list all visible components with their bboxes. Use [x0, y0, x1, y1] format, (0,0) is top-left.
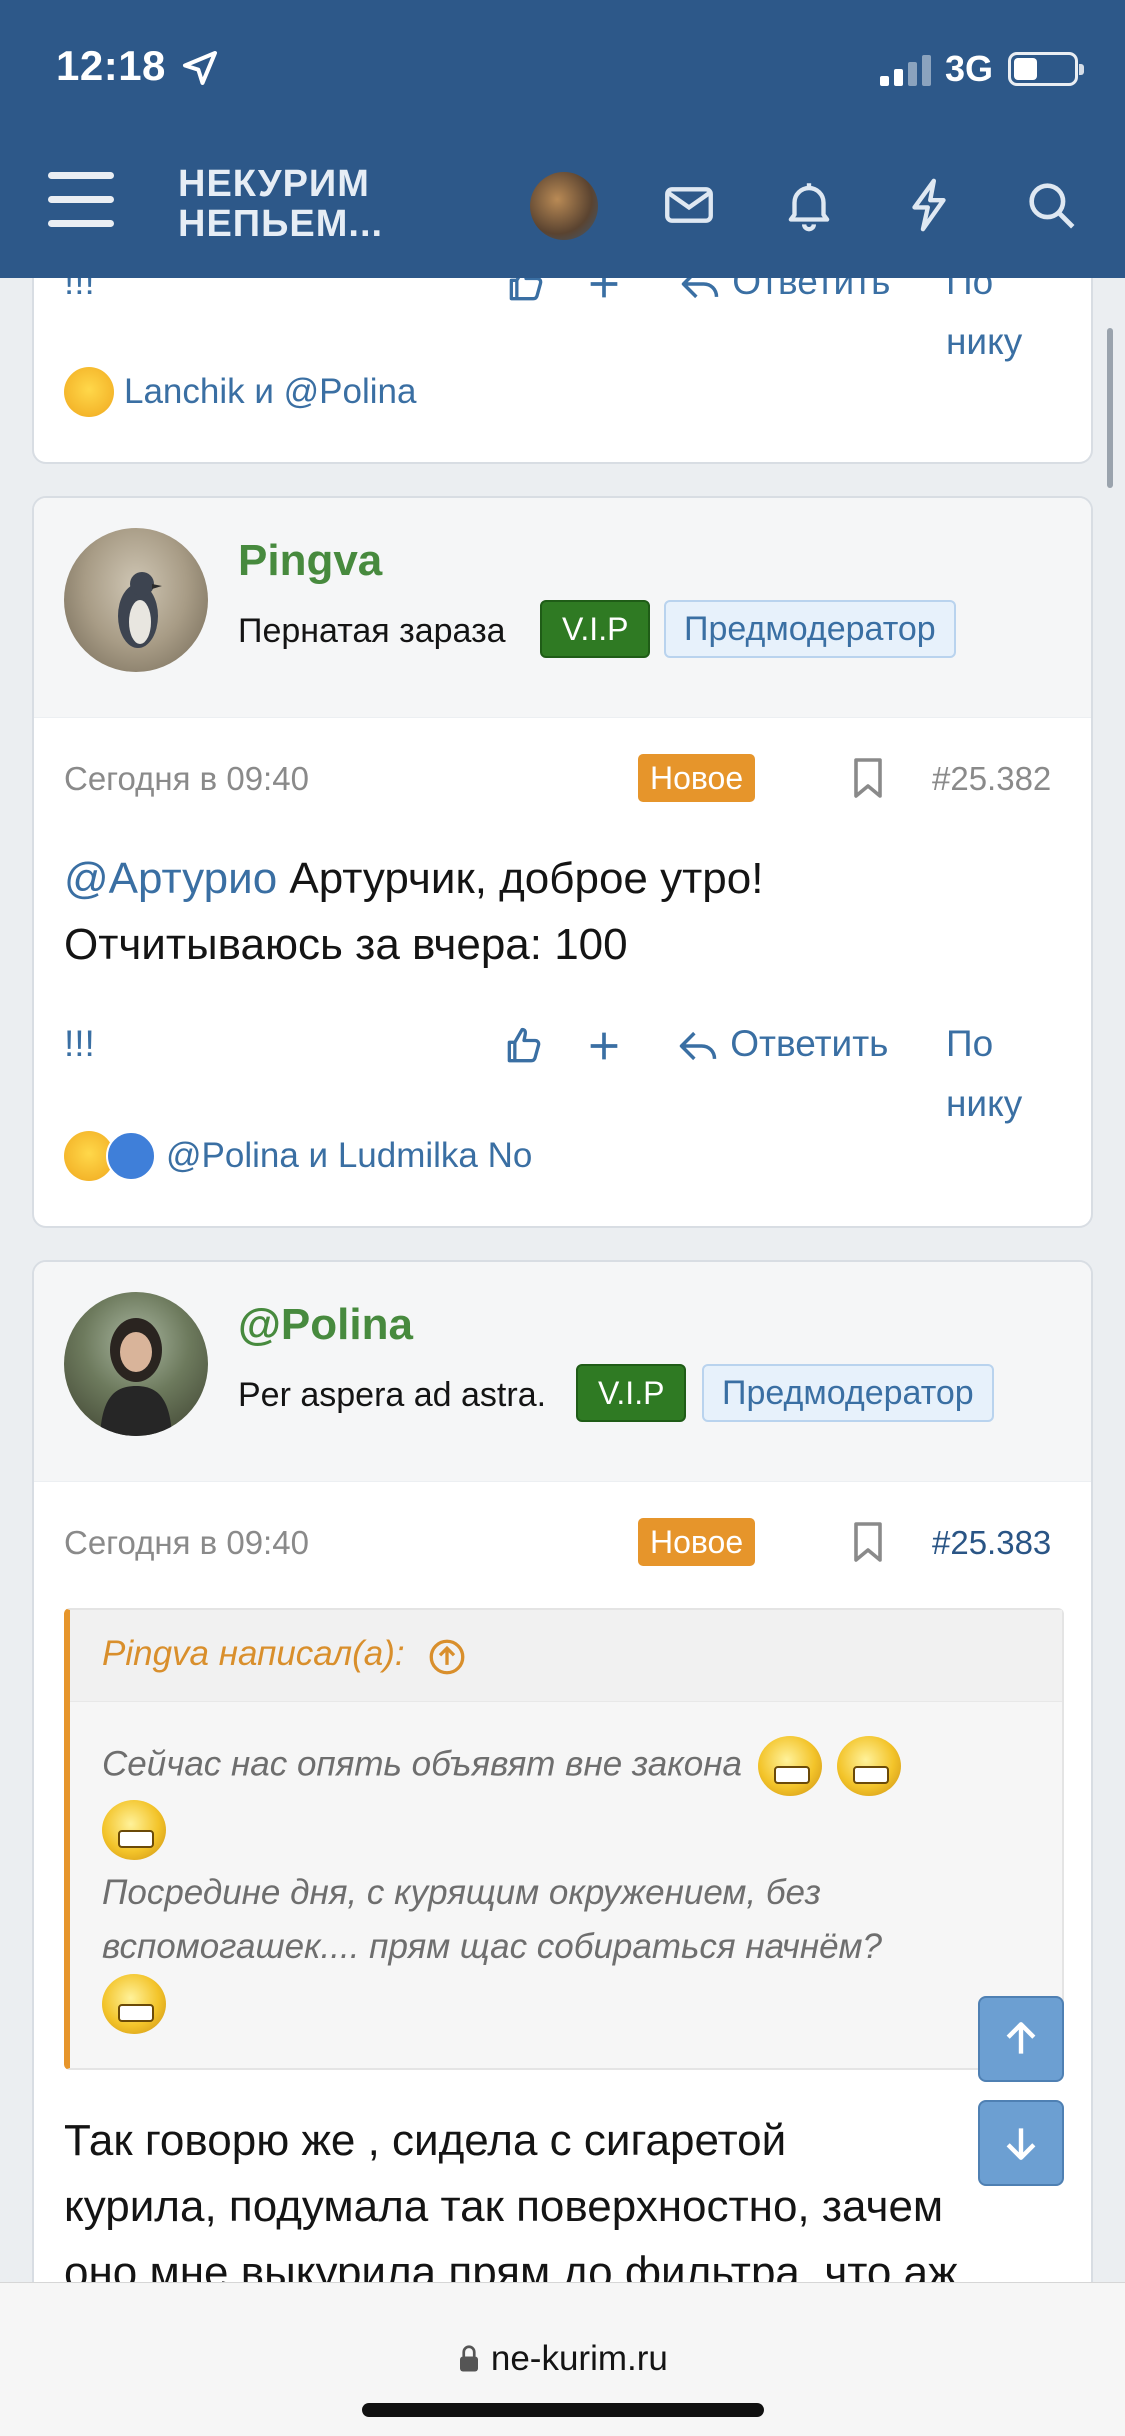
post-text-2: Отчитываюсь за вчера: 100	[64, 920, 628, 969]
mention-link[interactable]: @Артурио	[64, 854, 277, 903]
post-card: Pingva Пернатая зараза V.I.P Предмодерат…	[32, 496, 1093, 1228]
battery-icon	[1008, 52, 1084, 86]
heart-eyes-emoji-icon	[64, 367, 114, 417]
site-logo[interactable]: НЕКУРИМ НЕПЬЕМ...	[178, 164, 383, 244]
user-title: Per aspera ad astra.	[238, 1376, 547, 1414]
location-arrow-icon	[183, 51, 217, 85]
top-bar: 12:18 3G НЕКУРИМ НЕПЬЕМ...	[0, 0, 1125, 278]
user-title: Пернатая зараза	[238, 612, 506, 650]
post-time[interactable]: Сегодня в 09:40	[64, 1524, 309, 1562]
post-number[interactable]: #25.382	[932, 760, 1051, 798]
post-line-1: @Артурио Артурчик, доброе утро!	[64, 846, 763, 912]
quote-text-1: Сейчас нас опять объявят вне закона	[102, 1744, 742, 1784]
laughing-smiley-icon	[837, 1736, 902, 1796]
laughing-smiley-icon	[102, 1800, 166, 1860]
lightning-icon[interactable]	[900, 176, 958, 234]
reactions-bar[interactable]: @Polina и Ludmilka No	[64, 1126, 532, 1186]
lock-icon	[460, 2345, 479, 2372]
page-scrollbar[interactable]	[1107, 328, 1113, 488]
author-avatar[interactable]	[64, 528, 208, 672]
plus-icon	[590, 1032, 618, 1060]
like-emoji-icon	[106, 1131, 156, 1181]
person-photo-icon	[100, 1318, 172, 1436]
post-author-header: Pingva Пернатая зараза V.I.P Предмодерат…	[34, 498, 1091, 718]
vip-badge: V.I.P	[576, 1364, 687, 1422]
signal-strength-icon	[880, 52, 931, 86]
post-time[interactable]: Сегодня в 09:40	[64, 760, 309, 798]
post-text-1: Так говорю же , сидела с сигаретой	[64, 2116, 787, 2165]
bookmark-icon[interactable]	[852, 758, 884, 798]
thumbs-up-icon	[507, 1028, 541, 1063]
post-text-1: Артурчик, доброе утро!	[277, 854, 764, 903]
user-avatar[interactable]	[530, 172, 598, 240]
thinking-smiley-icon	[102, 1974, 166, 2034]
new-badge: Новое	[638, 754, 756, 802]
role-badge: Предмодератор	[702, 1364, 994, 1422]
add-reaction-button[interactable]	[584, 1014, 624, 1074]
quote-block: Pingva написал(а): Сейчас нас опять объя…	[64, 1608, 1064, 2070]
home-indicator[interactable]	[362, 2403, 764, 2417]
network-type: 3G	[945, 48, 994, 89]
quote-line-1: Сейчас нас опять объявят вне закона	[102, 1736, 1030, 1796]
author-name[interactable]: Pingva	[238, 536, 382, 586]
penguin-icon	[118, 572, 162, 648]
url-text: ne-kurim.ru	[490, 2339, 668, 2378]
battery-level	[1014, 58, 1037, 80]
post-body: Так говорю же , сидела с сигаретой курил…	[64, 2108, 958, 2306]
logo-line-2: НЕПЬЕМ...	[178, 203, 384, 245]
reactions-bar[interactable]: Lanchik и @Polina	[64, 362, 416, 422]
quote-text-2: Посредине дня, с курящим окружением, без…	[102, 1873, 883, 1966]
quote-header: Pingva написал(а):	[70, 1610, 1062, 1702]
reactions-text[interactable]: @Polina и Ludmilka No	[166, 1136, 532, 1176]
search-icon[interactable]	[1022, 176, 1080, 234]
like-button[interactable]	[502, 1014, 546, 1074]
laughing-smiley-icon	[757, 1736, 822, 1796]
post-author-header: @Polina Per aspera ad astra. V.I.P Предм…	[34, 1262, 1091, 1482]
post-text-2: курила, подумала так поверхностно, зачем	[64, 2182, 944, 2231]
author-avatar[interactable]	[64, 1292, 208, 1436]
bookmark-icon[interactable]	[852, 1522, 884, 1562]
quote-line-4	[102, 1974, 1030, 2034]
by-nick-link[interactable]: По нику	[946, 1014, 1064, 1134]
scroll-up-button[interactable]	[978, 1996, 1064, 2082]
scroll-down-button[interactable]	[978, 2100, 1064, 2186]
quote-line-2	[102, 1800, 1030, 1860]
arrow-up-icon	[1006, 2022, 1036, 2054]
arrow-down-icon	[1006, 2128, 1036, 2160]
post-body: @Артурио Артурчик, доброе утро! Отчитыва…	[64, 846, 763, 978]
role-badge: Предмодератор	[664, 600, 956, 658]
reply-button[interactable]: Ответить	[676, 1014, 888, 1074]
arrow-up-circle-icon[interactable]	[426, 1636, 468, 1678]
logo-line-1: НЕКУРИМ	[178, 163, 370, 205]
post-actions: !!! Ответить По нику	[64, 1014, 1064, 1124]
post-card: @Polina Per aspera ad astra. V.I.P Предм…	[32, 1260, 1093, 2360]
browser-bottom-bar: ne-kurim.ru	[0, 2282, 1125, 2436]
vip-badge: V.I.P	[540, 600, 651, 658]
address-bar[interactable]: ne-kurim.ru	[0, 2339, 1125, 2379]
new-badge: Новое	[638, 1518, 756, 1566]
inbox-icon[interactable]	[660, 176, 718, 234]
reply-icon	[679, 1032, 717, 1061]
author-name[interactable]: @Polina	[238, 1300, 413, 1350]
reply-label: Ответить	[730, 1023, 889, 1064]
status-time: 12:18	[56, 42, 166, 89]
exclaim-link[interactable]: !!!	[64, 1014, 95, 1074]
reactions-text[interactable]: Lanchik и @Polina	[124, 372, 416, 412]
post-number[interactable]: #25.383	[932, 1524, 1051, 1562]
bell-icon[interactable]	[780, 176, 838, 234]
quote-body: Сейчас нас опять объявят вне закона Поср…	[70, 1702, 1062, 2054]
menu-icon[interactable]	[48, 172, 114, 232]
quote-author-link[interactable]: Pingva написал(а):	[102, 1634, 405, 1674]
